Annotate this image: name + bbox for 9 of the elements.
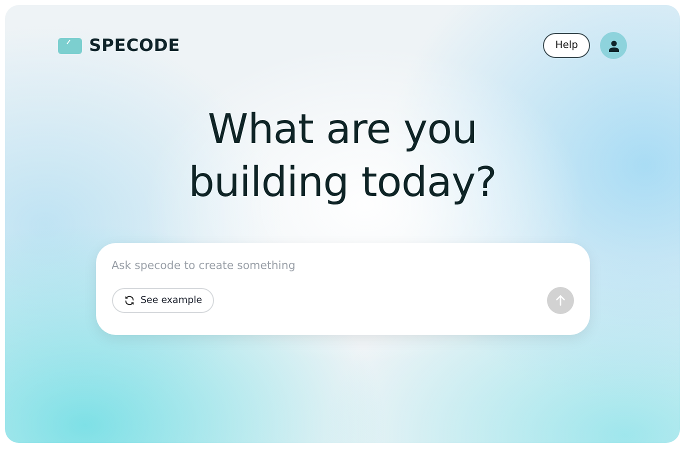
account-button[interactable] (600, 32, 627, 59)
help-button[interactable]: Help (543, 33, 590, 58)
logo-icon (58, 38, 82, 54)
user-icon (608, 40, 620, 52)
headline: What are you building today? (187, 104, 498, 208)
refresh-icon (124, 295, 134, 306)
logo-text: SPECODE (89, 36, 180, 56)
see-example-button[interactable]: See example (112, 288, 214, 313)
arrow-up-icon (554, 295, 566, 306)
